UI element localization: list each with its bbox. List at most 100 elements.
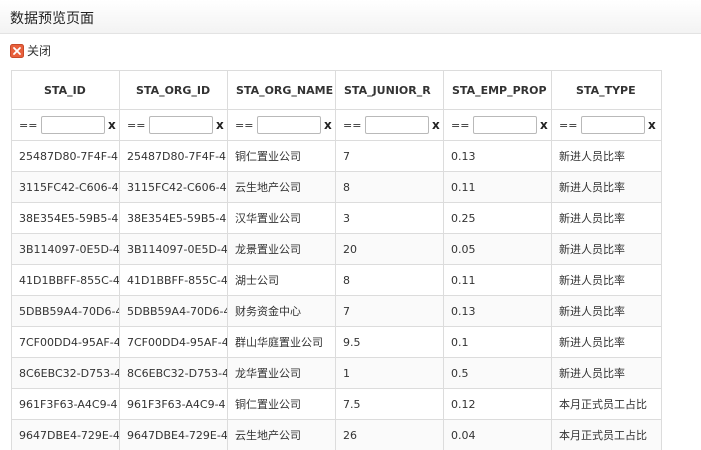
table-cell: 8 (335, 171, 444, 203)
filter-input[interactable] (257, 116, 321, 134)
filter-cell: == x (443, 109, 552, 141)
clear-filter-button[interactable]: x (108, 118, 116, 132)
clear-filter-button[interactable]: x (648, 118, 656, 132)
table-cell: 7 (335, 295, 444, 327)
toolbar: 关闭 (0, 36, 701, 64)
filter-operator[interactable]: == (451, 119, 471, 132)
table-cell: 5DBB59A4-70D6-4 (119, 295, 228, 327)
table-cell: 9647DBE4-729E-4 (119, 419, 228, 450)
table-cell: 7 (335, 140, 444, 172)
table-cell: 3115FC42-C606-4 (11, 171, 120, 203)
column-header-sta-emp-prop[interactable]: STA_EMP_PROP (443, 70, 552, 110)
filter-cell: == x (227, 109, 336, 141)
column-header-sta-junior-r[interactable]: STA_JUNIOR_R (335, 70, 444, 110)
filter-input[interactable] (365, 116, 429, 134)
table-cell: 云生地产公司 (227, 171, 336, 203)
clear-filter-button[interactable]: x (432, 118, 440, 132)
table-cell: 3115FC42-C606-4 (119, 171, 228, 203)
table-cell: 8C6EBC32-D753-4 (119, 357, 228, 389)
filter-operator[interactable]: == (127, 119, 147, 132)
data-grid: STA_ID STA_ORG_ID STA_ORG_NAME STA_JUNIO… (11, 70, 701, 450)
table-body: 25487D80-7F4F-4 25487D80-7F4F-4 铜仁置业公司 7 0.1… (11, 140, 662, 450)
table-cell: 本月正式员工占比 (551, 388, 662, 420)
table-row[interactable]: 8C6EBC32-D753-4 8C6EBC32-D753-4 龙华置业公司 1 0.5… (11, 357, 662, 389)
column-header-sta-org-name[interactable]: STA_ORG_NAME (227, 70, 336, 110)
table-cell: 0.13 (443, 295, 552, 327)
table-row[interactable]: 41D1BBFF-855C-4 41D1BBFF-855C-4 湖士公司 8 0.11 新… (11, 264, 662, 296)
table-cell: 龙景置业公司 (227, 233, 336, 265)
filter-row: == x == x == x == x == x == x (11, 109, 662, 141)
filter-operator[interactable]: == (235, 119, 255, 132)
table-row[interactable]: 961F3F63-A4C9-4 961F3F63-A4C9-4 铜仁置业公司 7.5 0… (11, 388, 662, 420)
table-cell: 汉华置业公司 (227, 202, 336, 234)
clear-filter-button[interactable]: x (540, 118, 548, 132)
table-cell: 新进人员比率 (551, 264, 662, 296)
filter-input[interactable] (473, 116, 537, 134)
table-cell: 新进人员比率 (551, 326, 662, 358)
table-cell: 0.05 (443, 233, 552, 265)
table-row[interactable]: 38E354E5-59B5-4 38E354E5-59B5-4 汉华置业公司 3 0.2… (11, 202, 662, 234)
column-header-sta-id[interactable]: STA_ID (11, 70, 120, 110)
table-row[interactable]: 3B114097-0E5D-4 3B114097-0E5D-4 龙景置业公司 20 0.… (11, 233, 662, 265)
table-row[interactable]: 3115FC42-C606-4 3115FC42-C606-4 云生地产公司 8 0.1… (11, 171, 662, 203)
table-cell: 8C6EBC32-D753-4 (11, 357, 120, 389)
table-cell: 1 (335, 357, 444, 389)
table-cell: 铜仁置业公司 (227, 140, 336, 172)
clear-filter-button[interactable]: x (324, 118, 332, 132)
filter-operator[interactable]: == (559, 119, 579, 132)
filter-operator[interactable]: == (19, 119, 39, 132)
table-cell: 25487D80-7F4F-4 (119, 140, 228, 172)
filter-cell: == x (335, 109, 444, 141)
table-cell: 新进人员比率 (551, 295, 662, 327)
filter-input[interactable] (581, 116, 645, 134)
table-cell: 8 (335, 264, 444, 296)
table-cell: 9.5 (335, 326, 444, 358)
table-cell: 3B114097-0E5D-4 (119, 233, 228, 265)
table-cell: 0.11 (443, 264, 552, 296)
table-row[interactable]: 9647DBE4-729E-4 9647DBE4-729E-4 云生地产公司 26 0.… (11, 419, 662, 450)
table-cell: 41D1BBFF-855C-4 (11, 264, 120, 296)
filter-cell: == x (119, 109, 228, 141)
table-cell: 3 (335, 202, 444, 234)
table-cell: 3B114097-0E5D-4 (11, 233, 120, 265)
window-title: 数据预览页面 (10, 11, 94, 27)
table-cell: 26 (335, 419, 444, 450)
close-label: 关闭 (27, 44, 52, 58)
table-cell: 湖士公司 (227, 264, 336, 296)
table-cell: 38E354E5-59B5-4 (119, 202, 228, 234)
table-cell: 7CF00DD4-95AF-4 (11, 326, 120, 358)
table-row[interactable]: 25487D80-7F4F-4 25487D80-7F4F-4 铜仁置业公司 7 0.1… (11, 140, 662, 172)
column-header-sta-type[interactable]: STA_TYPE (551, 70, 662, 110)
table-cell: 5DBB59A4-70D6-4 (11, 295, 120, 327)
table-cell: 0.1 (443, 326, 552, 358)
table-cell: 本月正式员工占比 (551, 419, 662, 450)
table-cell: 961F3F63-A4C9-4 (119, 388, 228, 420)
table-cell: 25487D80-7F4F-4 (11, 140, 120, 172)
filter-input[interactable] (41, 116, 105, 134)
table-row[interactable]: 7CF00DD4-95AF-4 7CF00DD4-95AF-4 群山华庭置业公司 9.… (11, 326, 662, 358)
header-row: STA_ID STA_ORG_ID STA_ORG_NAME STA_JUNIO… (11, 70, 662, 110)
table-cell: 新进人员比率 (551, 357, 662, 389)
filter-cell: == x (11, 109, 120, 141)
table-cell: 新进人员比率 (551, 202, 662, 234)
close-icon (10, 43, 24, 58)
table-cell: 20 (335, 233, 444, 265)
table-cell: 财务资金中心 (227, 295, 336, 327)
filter-cell: == x (551, 109, 662, 141)
table-cell: 新进人员比率 (551, 171, 662, 203)
filter-input[interactable] (149, 116, 213, 134)
filter-operator[interactable]: == (343, 119, 363, 132)
table-cell: 7CF00DD4-95AF-4 (119, 326, 228, 358)
table-cell: 龙华置业公司 (227, 357, 336, 389)
table-cell: 云生地产公司 (227, 419, 336, 450)
column-header-sta-org-id[interactable]: STA_ORG_ID (119, 70, 228, 110)
window-titlebar: 数据预览页面 (0, 0, 701, 34)
table-row[interactable]: 5DBB59A4-70D6-4 5DBB59A4-70D6-4 财务资金中心 7 0.1… (11, 295, 662, 327)
clear-filter-button[interactable]: x (216, 118, 224, 132)
table-cell: 0.04 (443, 419, 552, 450)
table-cell: 铜仁置业公司 (227, 388, 336, 420)
table-cell: 新进人员比率 (551, 140, 662, 172)
close-button[interactable]: 关闭 (10, 42, 51, 59)
table-cell: 0.12 (443, 388, 552, 420)
table-cell: 群山华庭置业公司 (227, 326, 336, 358)
